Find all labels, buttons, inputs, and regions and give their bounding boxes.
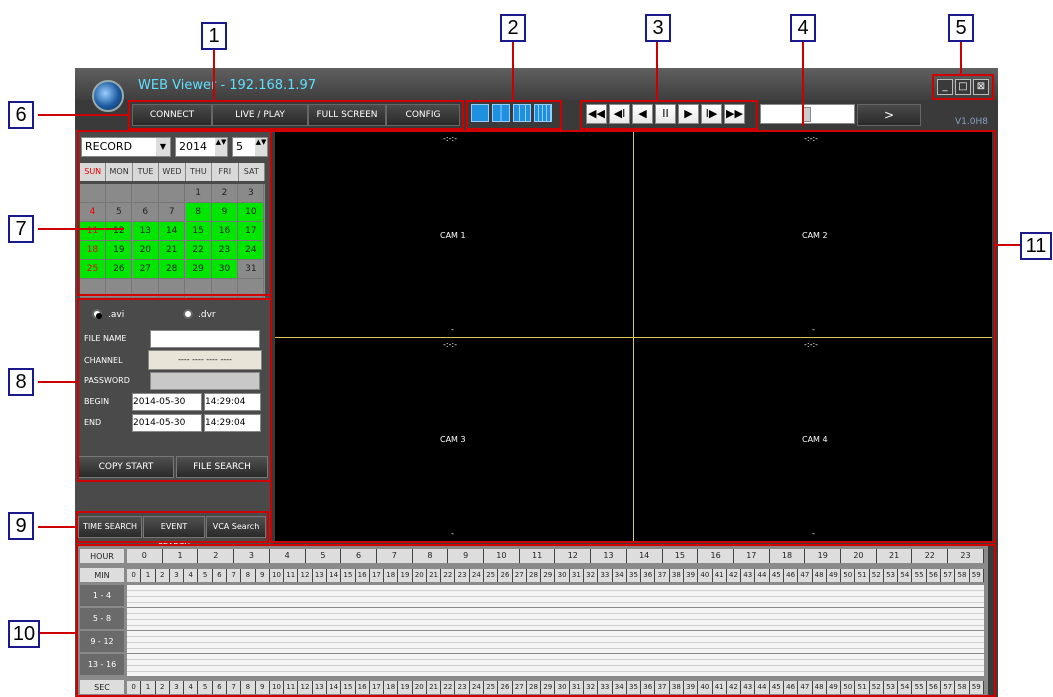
slider-thumb[interactable] [803, 107, 811, 122]
highlight-calendar [77, 130, 272, 296]
highlight-search [76, 511, 269, 543]
go-button[interactable]: > [857, 104, 921, 126]
app-title: WEB Viewer - 192.168.1.97 [138, 78, 317, 93]
highlight-video [270, 130, 996, 543]
callout-7: 7 [8, 215, 34, 243]
callout-10: 10 [8, 620, 40, 648]
callout-8: 8 [8, 368, 34, 396]
callout-4: 4 [790, 14, 816, 42]
callout-line-11 [994, 244, 1022, 246]
callout-6: 6 [8, 101, 34, 129]
callout-line-5 [960, 42, 962, 76]
highlight-window-buttons [932, 74, 994, 100]
callout-line-10 [40, 632, 78, 634]
callout-line-4 [802, 42, 804, 126]
highlight-backup [77, 298, 272, 482]
version-label: V1.0H8 [955, 117, 988, 127]
app-logo-icon [92, 80, 124, 112]
callout-9: 9 [8, 512, 34, 540]
callout-line-2 [512, 42, 514, 102]
callout-line-3 [656, 42, 658, 102]
callout-5: 5 [948, 14, 974, 42]
callout-line-9 [38, 526, 78, 528]
callout-2: 2 [500, 14, 526, 42]
callout-line-7 [38, 228, 124, 230]
highlight-layout [466, 100, 562, 130]
highlight-nav [128, 100, 464, 130]
callout-11: 11 [1020, 232, 1052, 260]
highlight-playback [580, 100, 758, 130]
callout-1: 1 [201, 22, 227, 50]
callout-line-6 [38, 114, 130, 116]
callout-line-8 [38, 381, 78, 383]
callout-3: 3 [645, 14, 671, 42]
highlight-timeline [76, 544, 996, 697]
callout-line-1 [213, 50, 215, 102]
speed-slider[interactable] [760, 104, 855, 124]
